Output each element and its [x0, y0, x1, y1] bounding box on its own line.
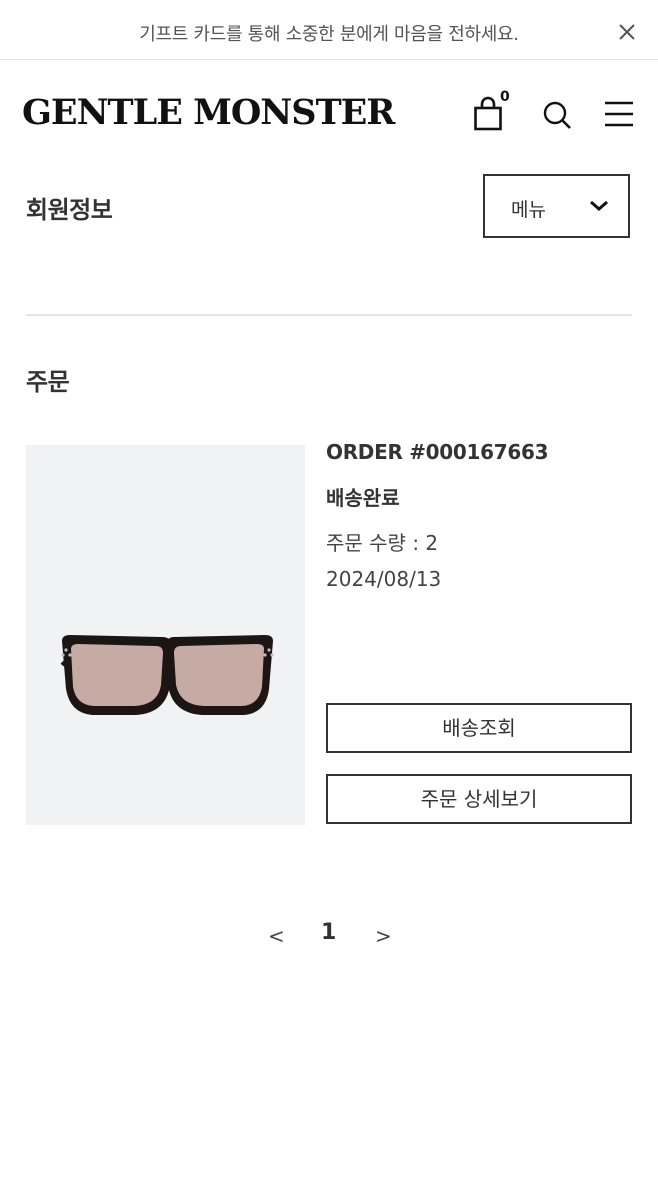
- current-page[interactable]: 1: [321, 920, 336, 945]
- close-icon[interactable]: [617, 22, 637, 42]
- track-shipment-button[interactable]: 배송조회: [326, 703, 632, 753]
- page-title: 회원정보: [26, 196, 113, 224]
- sunglasses-image: [60, 635, 274, 715]
- divider: [26, 314, 632, 316]
- prev-page-button[interactable]: <: [268, 924, 285, 948]
- menu-dropdown[interactable]: 메뉴: [483, 174, 630, 238]
- hamburger-menu-icon[interactable]: [604, 100, 634, 128]
- next-page-button[interactable]: >: [375, 924, 392, 948]
- pagination: < 1 >: [0, 918, 658, 952]
- order-number: ORDER #000167663: [326, 440, 549, 464]
- chevron-down-icon: [588, 198, 610, 214]
- menu-dropdown-label: 메뉴: [511, 199, 546, 221]
- order-status: 배송완료: [326, 486, 400, 510]
- gift-card-banner: 기프트 카드를 통해 소중한 분에게 마음을 전하세요.: [0, 0, 658, 60]
- brand-logo[interactable]: GENTLE MONSTER: [22, 92, 395, 133]
- order-date: 2024/08/13: [326, 567, 442, 591]
- order-detail-button[interactable]: 주문 상세보기: [326, 774, 632, 824]
- cart-count-badge: 0: [500, 89, 510, 105]
- order-quantity: 주문 수량 : 2: [326, 531, 439, 555]
- search-icon[interactable]: [542, 100, 572, 130]
- banner-text: 기프트 카드를 통해 소중한 분에게 마음을 전하세요.: [139, 24, 519, 45]
- product-image[interactable]: [26, 445, 305, 825]
- orders-section-title: 주문: [26, 368, 70, 396]
